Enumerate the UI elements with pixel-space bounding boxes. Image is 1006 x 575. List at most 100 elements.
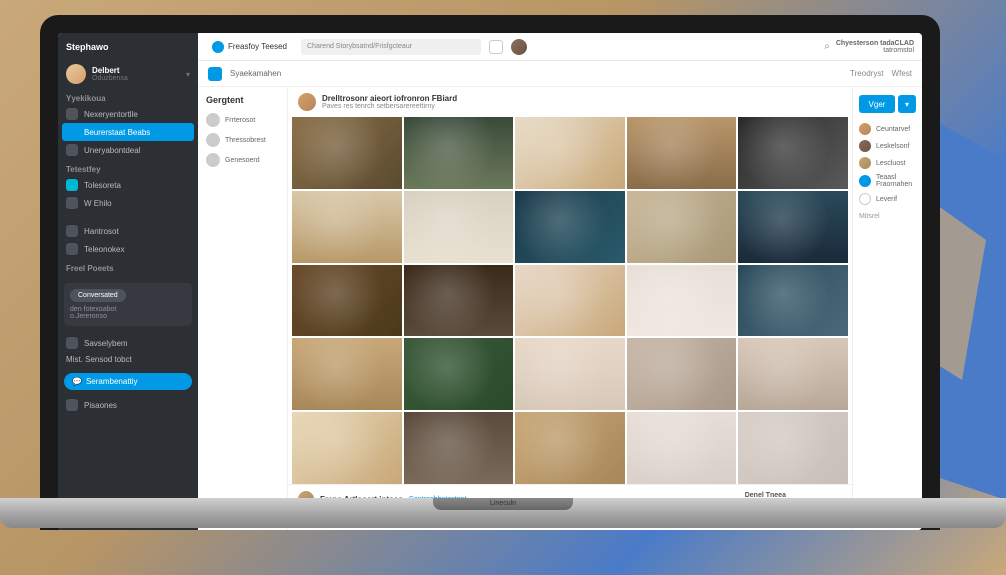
suggestion-avatar [859,193,871,205]
right-section-label: Mitsrel [859,213,916,220]
suggestion-item[interactable]: Leverif [859,193,916,205]
grid-image[interactable] [292,117,402,189]
laptop-frame: Stephawo Delbert Oduzbenxa ▾ Yyekikoua N… [40,15,940,530]
right-column: Vger ▾ Ceuntarvef Leskelsonf [852,87,922,530]
suggestion-item[interactable]: Lescluost [859,157,916,169]
grid-image[interactable] [292,338,402,410]
image-grid [288,117,852,484]
main-body: Gergtent Frrterosot Thressobrest Genesoe… [198,87,922,530]
grid-image[interactable] [738,191,848,263]
sidebar-item[interactable]: Teleonokex [58,240,198,258]
sidebar-item[interactable]: W Ehilo [58,194,198,212]
grid-image[interactable] [627,412,737,484]
contact-item[interactable]: Thressobrest [206,133,279,147]
nav-icon [66,126,78,138]
grid-image[interactable] [404,338,514,410]
filter-link[interactable]: Wfest [892,69,912,78]
nav-icon [66,243,78,255]
filter-link[interactable]: Treodryst [850,69,884,78]
search-input[interactable]: Charend Storybsatnd/Frisfgcteaur [301,39,481,55]
grid-image[interactable] [627,338,737,410]
grid-image[interactable] [515,191,625,263]
user-name: Delbert [92,66,180,75]
topbar-avatar[interactable] [511,39,527,55]
grid-image[interactable] [292,191,402,263]
user-sub: Oduzbenxa [92,75,180,82]
grid-image[interactable] [627,117,737,189]
grid-image[interactable] [738,117,848,189]
post-header: Drelltrosonr aieort iofronron FBiard Pav… [288,87,852,117]
top-bar: Freasfoy Teesed Charend Storybsatnd/Fris… [198,33,922,61]
grid-image[interactable] [515,117,625,189]
app-icon [212,41,224,53]
search-icon[interactable]: ⌕ [824,41,830,52]
sidebar-footer-item[interactable]: Pisaones [58,396,198,414]
user-avatar [66,64,86,84]
sidebar-header: Stephawo [58,39,198,60]
sidebar-item[interactable]: Uneryabontdeal [58,141,198,159]
sidebar: Stephawo Delbert Oduzbenxa ▾ Yyekikoua N… [58,33,198,530]
nav-icon [66,225,78,237]
contact-item[interactable]: Frrterosot [206,113,279,127]
sidebar-section-4: Freel Poeets [58,258,198,275]
author-avatar[interactable] [298,93,316,111]
server-pill[interactable]: 💬 Serambenattiy [64,373,192,390]
grid-image[interactable] [515,265,625,337]
author-sub: Paves res tenrch setbersarereettirny [322,103,457,110]
sidebar-item[interactable]: Nexeryentortlle [58,105,198,123]
collection-icon [208,67,222,81]
tab[interactable]: Freasfoy Teesed [206,41,293,53]
grid-image[interactable] [404,191,514,263]
suggestion-avatar [859,140,871,152]
suggestion-item[interactable]: Ceuntarvef [859,123,916,135]
split-icon[interactable] [489,40,503,54]
grid-image[interactable] [404,117,514,189]
nav-icon [66,399,78,411]
sidebar-item-active[interactable]: Beurerstaat Beabs [62,123,194,141]
sidebar-item[interactable]: Hantrosot [58,222,198,240]
sidebar-item[interactable]: Savselybem [58,334,198,352]
nav-icon [66,197,78,209]
sidebar-item[interactable]: Tolesoreta [58,176,198,194]
nav-icon [66,108,78,120]
suggestion-avatar [859,175,871,187]
contact-avatar [206,113,220,127]
grid-image[interactable] [627,191,737,263]
nav-icon [66,337,78,349]
center-column: Drelltrosonr aieort iofronron FBiard Pav… [288,87,852,530]
breadcrumb[interactable]: Syaekamahen [230,69,281,78]
sidebar-promo: Conversated den fotexoabot o.Jereronso [64,283,192,326]
grid-image[interactable] [738,265,848,337]
primary-button[interactable]: Vger [859,95,895,113]
secondary-button[interactable]: ▾ [898,95,916,113]
grid-image[interactable] [404,412,514,484]
suggestion-avatar [859,123,871,135]
suggestion-item[interactable]: Leskelsonf [859,140,916,152]
grid-image[interactable] [515,412,625,484]
suggestion-item[interactable]: Teaasl Fraornahen [859,174,916,188]
grid-image[interactable] [292,412,402,484]
content-area: Freasfoy Teesed Charend Storybsatnd/Fris… [198,33,922,530]
grid-image[interactable] [738,338,848,410]
corner-title: Chyesterson tadaCLAD [836,40,914,47]
corner-sub: tatromstol [836,47,914,54]
grid-image[interactable] [404,265,514,337]
contact-avatar [206,153,220,167]
sidebar-item[interactable]: Mist. Sensod tobct [58,352,198,367]
contact-item[interactable]: Genesoerd [206,153,279,167]
grid-image[interactable] [738,412,848,484]
chat-icon: 💬 [72,377,82,386]
laptop-brand: Lineculn [433,498,573,510]
author-name[interactable]: Drelltrosonr aieort iofronron FBiard [322,94,457,103]
dropdown-icon: ▾ [905,100,909,109]
left-column: Gergtent Frrterosot Thressobrest Genesoe… [198,87,288,530]
grid-image[interactable] [627,265,737,337]
nav-icon [66,144,78,156]
promo-button[interactable]: Conversated [70,289,126,302]
sidebar-section-2: Tetestfey [58,159,198,176]
grid-image[interactable] [515,338,625,410]
grid-image[interactable] [292,265,402,337]
sidebar-section-1: Yyekikoua [58,88,198,105]
sidebar-user[interactable]: Delbert Oduzbenxa ▾ [58,60,198,88]
app-screen: Stephawo Delbert Oduzbenxa ▾ Yyekikoua N… [58,33,922,530]
